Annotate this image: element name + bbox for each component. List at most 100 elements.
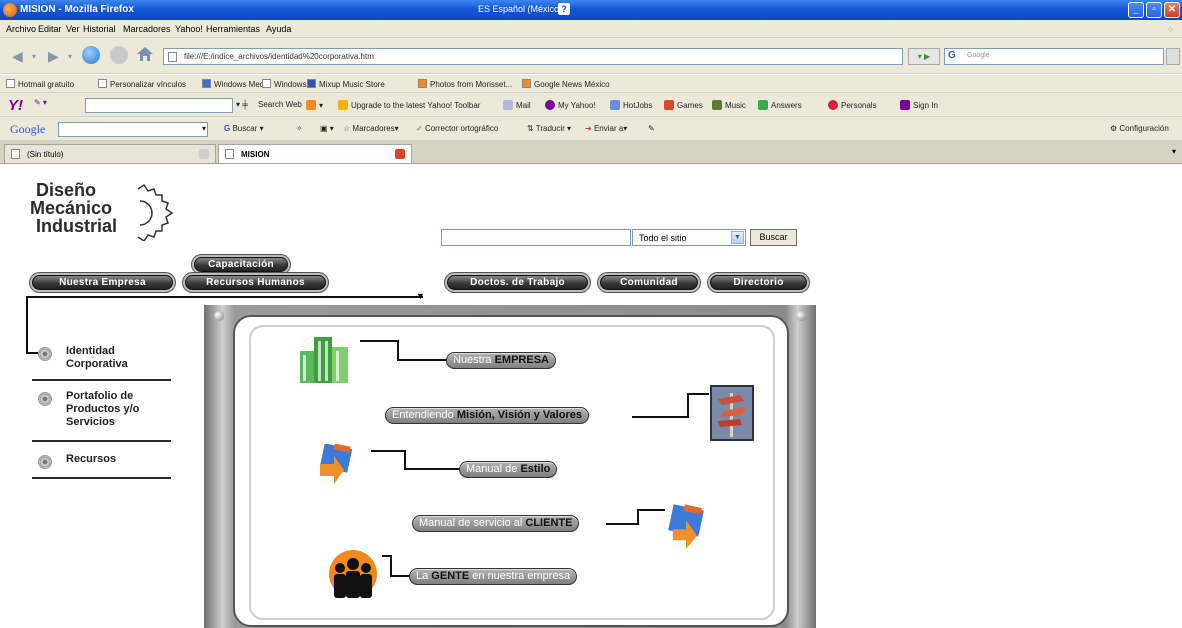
menu-herramientas[interactable]: Herramientas [206, 24, 260, 34]
logo-line-3: Industrial [36, 216, 118, 236]
yahoo-upgrade[interactable]: Upgrade to the latest Yahoo! Toolbar [338, 100, 480, 110]
nav-nuestra-empresa[interactable]: Nuestra Empresa [32, 275, 173, 290]
language-indicator[interactable]: ES Español (México) [478, 4, 562, 14]
site-search-scope-select[interactable]: Todo el sitio ▼ [632, 229, 746, 246]
google-toolbar-input[interactable] [58, 122, 208, 137]
tab-close-icon[interactable] [395, 149, 405, 159]
yahoo-plus-icon[interactable]: ▾ [306, 100, 323, 110]
menu-marcadores[interactable]: Marcadores [123, 24, 171, 34]
yahoo-logo[interactable]: Y! [8, 97, 23, 114]
connector-line [397, 359, 447, 361]
connector-line [687, 393, 689, 418]
connector-line [390, 575, 410, 577]
bookmark-item[interactable]: Photos from Morisset... [418, 79, 512, 89]
menu-editar[interactable]: Editar [38, 24, 62, 34]
chevron-down-icon[interactable]: ▼ [731, 231, 744, 244]
nav-directorio[interactable]: Directorio [710, 275, 807, 290]
link-text: Manual de servicio al [419, 517, 526, 529]
yahoo-answers[interactable]: Answers [758, 100, 802, 110]
link-text: Entendiendo [392, 409, 457, 421]
bookmark-item[interactable]: Personalizar vínculos [98, 79, 186, 89]
minimize-button[interactable]: _ [1128, 2, 1144, 18]
bookmark-item[interactable]: Windows [262, 79, 306, 89]
link-text: en nuestra empresa [469, 570, 571, 582]
stop-icon[interactable] [110, 46, 128, 64]
back-dropdown-icon[interactable]: ▾ [32, 52, 36, 61]
reload-icon[interactable] [82, 46, 100, 64]
link-mision-vision-valores[interactable]: Entendiendo Misión, Visión y Valores [385, 407, 589, 424]
url-bar[interactable]: file:///E:/indice_archivos/identidad%20c… [163, 48, 903, 65]
home-icon[interactable] [137, 47, 153, 61]
link-text-bold: EMPRESA [494, 354, 549, 366]
link-manual-cliente[interactable]: Manual de servicio al CLIENTE [412, 515, 580, 532]
url-text[interactable]: file:///E:/indice_archivos/identidad%20c… [184, 52, 374, 61]
google-spellcheck[interactable]: ✓ Corrector ortográfico [416, 124, 498, 133]
connector-line [606, 523, 638, 525]
url-go-button[interactable]: ▾ ▶ [908, 48, 940, 65]
tab-mision[interactable]: MISION [218, 144, 412, 163]
google-translate[interactable]: ⇅ Traducir ▾ [527, 124, 571, 133]
yahoo-pencil-icon[interactable]: ✎ ▾ [34, 98, 47, 107]
tab-close-icon[interactable] [199, 149, 209, 159]
connector-line [397, 340, 399, 361]
rivet-icon [796, 311, 806, 321]
nav-comunidad[interactable]: Comunidad [600, 275, 698, 290]
back-button-icon[interactable]: ◀ [12, 48, 23, 65]
language-help-icon[interactable]: ? [558, 3, 570, 15]
site-search-button[interactable]: Buscar [750, 229, 797, 246]
yahoo-dropdown-icon[interactable]: ▾ ╪ [236, 100, 248, 109]
yahoo-mail[interactable]: Mail [503, 100, 531, 110]
yahoo-games[interactable]: Games [664, 100, 703, 110]
link-gente[interactable]: La GENTE en nuestra empresa [409, 568, 578, 585]
yahoo-music[interactable]: Music [712, 100, 746, 110]
search-magnifier-icon[interactable] [1166, 48, 1180, 65]
google-buscar[interactable]: G Buscar ▾ [224, 124, 264, 133]
maximize-button[interactable]: ▫ [1146, 2, 1162, 18]
google-popup-icon[interactable]: ▣ ▾ [320, 124, 334, 133]
close-window-button[interactable]: ✕ [1164, 2, 1180, 18]
connector-line [687, 393, 709, 395]
menu-ayuda[interactable]: Ayuda [266, 24, 291, 34]
gear-icon [137, 183, 174, 241]
link-text-bold: Misión, Visión y Valores [456, 409, 582, 421]
google-search-engine-icon[interactable]: G [948, 50, 956, 61]
page-icon [6, 79, 15, 88]
google-settings[interactable]: ⚙ Configuración [1110, 124, 1169, 133]
bookmark-item[interactable]: Google News México [522, 79, 610, 89]
page-icon [11, 149, 20, 159]
yahoo-personals[interactable]: Personals [828, 100, 877, 110]
forward-dropdown-icon[interactable]: ▾ [68, 52, 72, 61]
nav-recursos-humanos[interactable]: Recursos Humanos [185, 275, 326, 290]
bookmark-item[interactable]: Hotmail gratuito [6, 79, 74, 89]
search-engine-box[interactable]: G Google [944, 48, 1164, 65]
tab-list-icon[interactable]: ▾ [1172, 147, 1176, 156]
yahoo-search-input[interactable] [85, 98, 233, 113]
tab-sin-titulo[interactable]: (Sin título) [4, 144, 216, 163]
bookmark-item[interactable]: Mixup Music Store [307, 79, 385, 89]
site-search-input[interactable] [441, 229, 631, 246]
link-text-bold: Estilo [520, 463, 551, 475]
yahoo-hotjobs[interactable]: HotJobs [610, 100, 652, 110]
nav-doctos-trabajo[interactable]: Doctos. de Trabajo [447, 275, 588, 290]
nav-capacitacion[interactable]: Capacitación [194, 257, 288, 272]
menu-ver[interactable]: Ver [66, 24, 80, 34]
link-nuestra-empresa[interactable]: Nuestra EMPRESA [446, 352, 556, 369]
link-manual-estilo[interactable]: Manual de Estilo [459, 461, 558, 478]
menu-archivo[interactable]: Archivo [6, 24, 36, 34]
firefox-icon [3, 3, 17, 17]
forward-button-icon[interactable]: ▶ [48, 48, 59, 65]
site-logo[interactable]: Diseño Mecánico Industrial [30, 181, 190, 245]
google-logo[interactable]: Google [10, 122, 45, 137]
google-dropdown-icon[interactable]: ▾ [202, 124, 206, 133]
bookmark-item[interactable]: Windows Media [202, 79, 270, 89]
people-icon [329, 550, 377, 598]
google-send-to[interactable]: ➜ Enviar a▾ [585, 124, 627, 133]
menu-yahoo[interactable]: Yahoo! [175, 24, 203, 34]
yahoo-search-web[interactable]: Search Web [258, 100, 302, 109]
menu-historial[interactable]: Historial [83, 24, 116, 34]
google-pen-icon[interactable]: ✎ [648, 124, 655, 133]
sidebar-divider [32, 379, 171, 381]
yahoo-sign-in[interactable]: Sign In [900, 100, 938, 110]
google-bookmarks[interactable]: ☆ Marcadores▾ [343, 124, 399, 133]
yahoo-my-yahoo[interactable]: My Yahoo! [545, 100, 596, 110]
